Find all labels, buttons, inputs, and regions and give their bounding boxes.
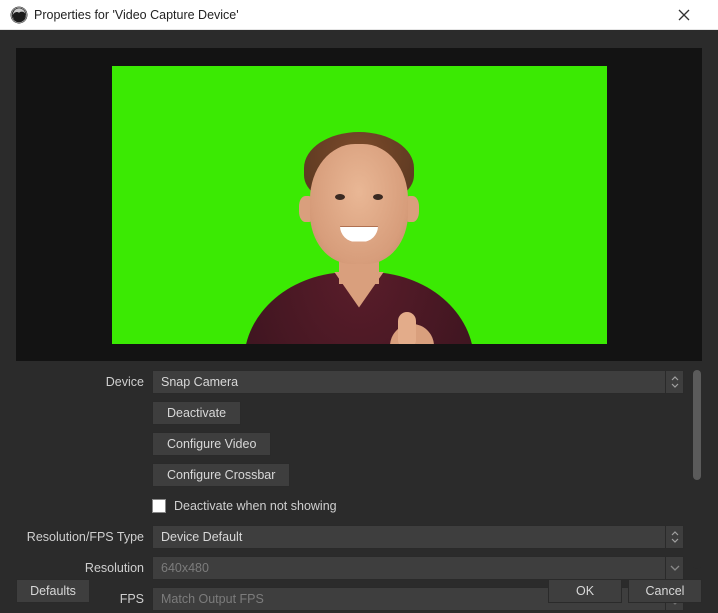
deactivate-when-not-showing-checkbox[interactable] bbox=[152, 499, 166, 513]
video-preview bbox=[112, 66, 607, 344]
resolution-fps-type-label: Resolution/FPS Type bbox=[27, 530, 144, 544]
device-select-value: Snap Camera bbox=[161, 375, 238, 389]
chevron-down-icon[interactable] bbox=[665, 557, 683, 579]
properties-form: Device Snap Camera Deactivate Configure … bbox=[16, 370, 692, 569]
preview-frame bbox=[16, 48, 702, 361]
cancel-button[interactable]: Cancel bbox=[628, 579, 702, 603]
resolution-select[interactable]: 640x480 bbox=[152, 556, 684, 580]
configure-crossbar-button[interactable]: Configure Crossbar bbox=[152, 463, 290, 487]
device-select[interactable]: Snap Camera bbox=[152, 370, 684, 394]
dialog-body: Device Snap Camera Deactivate Configure … bbox=[0, 30, 718, 613]
resolution-fps-type-value: Device Default bbox=[161, 530, 242, 544]
close-icon[interactable] bbox=[664, 1, 704, 29]
scrollbar-thumb[interactable] bbox=[693, 370, 701, 480]
dialog-footer: Defaults OK Cancel bbox=[16, 579, 702, 603]
configure-video-button[interactable]: Configure Video bbox=[152, 432, 271, 456]
titlebar: Properties for 'Video Capture Device' bbox=[0, 0, 718, 30]
defaults-button[interactable]: Defaults bbox=[16, 579, 90, 603]
preview-area bbox=[0, 30, 718, 361]
spinner-icon[interactable] bbox=[665, 526, 683, 548]
resolution-value: 640x480 bbox=[161, 561, 209, 575]
spinner-icon[interactable] bbox=[665, 371, 683, 393]
deactivate-when-not-showing-label: Deactivate when not showing bbox=[174, 499, 337, 513]
form-scrollbar[interactable] bbox=[692, 370, 702, 569]
resolution-fps-type-select[interactable]: Device Default bbox=[152, 525, 684, 549]
preview-person bbox=[229, 114, 489, 344]
device-label: Device bbox=[106, 375, 144, 389]
obs-logo-icon bbox=[10, 6, 28, 24]
ok-button[interactable]: OK bbox=[548, 579, 622, 603]
window-title: Properties for 'Video Capture Device' bbox=[34, 8, 664, 22]
deactivate-button[interactable]: Deactivate bbox=[152, 401, 241, 425]
resolution-label: Resolution bbox=[85, 561, 144, 575]
